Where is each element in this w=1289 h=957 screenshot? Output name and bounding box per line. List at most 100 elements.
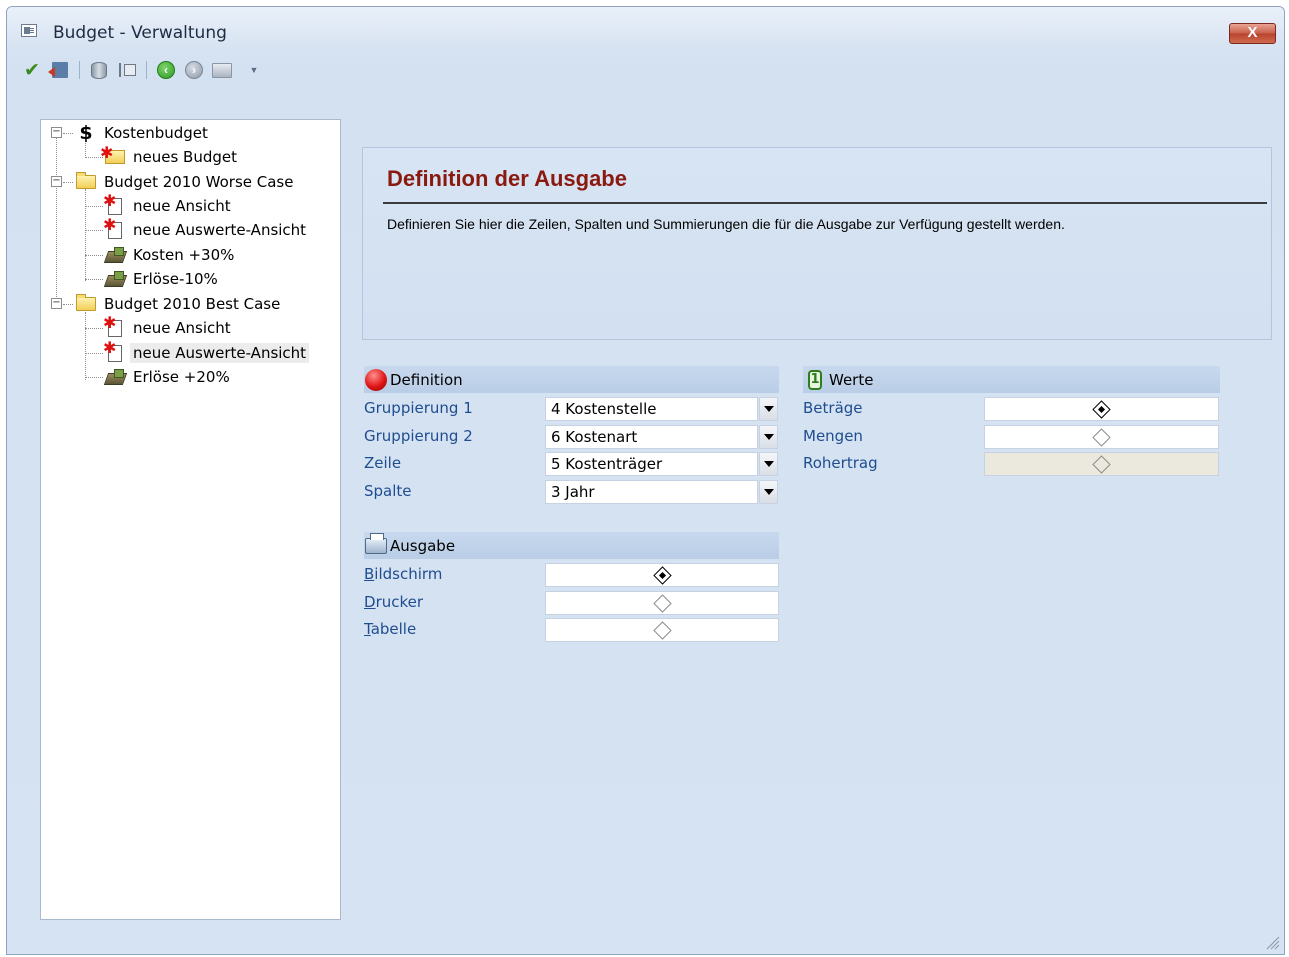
new-document-icon: ✱ [103, 339, 126, 363]
number-one-icon: 1 [803, 368, 827, 392]
tree-item-neue-ansicht[interactable]: ✱ neue Ansicht [49, 314, 234, 339]
tree-item-label: neue Auswerte-Ansicht [130, 343, 310, 363]
tree-item-kosten-30[interactable]: Kosten +30% [49, 244, 237, 266]
page-title: Definition der Ausgabe [387, 166, 627, 191]
forward-icon: › [185, 61, 203, 79]
back-button[interactable]: ‹ [153, 58, 179, 82]
tree-item-label: neue Ansicht [133, 319, 231, 337]
new-folder-icon: ✱ [100, 145, 126, 167]
tree-item-budget-2010-best-case[interactable]: − Budget 2010 Best Case [49, 293, 283, 315]
tree-button[interactable] [114, 58, 140, 82]
tree-item-label: Budget 2010 Worse Case [104, 173, 294, 191]
werte-row-mengen: Mengen [803, 423, 1220, 449]
back-icon: ‹ [157, 61, 175, 79]
definition-row-gruppierung-1: Gruppierung 1 4 Kostenstelle [364, 395, 779, 421]
field-label: Bildschirm [364, 561, 442, 587]
tree-item-label: Erlöse +20% [133, 368, 230, 386]
tree-item-neue-auswerte-ansicht-selected[interactable]: ✱ neue Auswerte-Ansicht [49, 339, 310, 364]
werte-title: Werte [829, 370, 874, 389]
tree-icon [118, 63, 136, 77]
field-label: Mengen [803, 427, 863, 445]
tree-item-neue-auswerte-ansicht[interactable]: ✱ neue Auswerte-Ansicht [49, 216, 309, 241]
drucker-radio[interactable] [545, 591, 779, 615]
calculator-icon [104, 367, 126, 387]
definition-row-zeile: Zeile 5 Kostenträger [364, 450, 779, 476]
tree-item-neue-ansicht[interactable]: ✱ neue Ansicht [49, 192, 234, 217]
ausgabe-row-tabelle: Tabelle [364, 616, 779, 642]
field-label: Tabelle [364, 616, 416, 642]
gruppierung-1-select[interactable]: 4 Kostenstelle [545, 397, 758, 421]
header-panel: Definition der Ausgabe Definieren Sie hi… [362, 147, 1272, 340]
zeile-select[interactable]: 5 Kostenträger [545, 452, 758, 476]
resize-grip-icon[interactable] [1266, 936, 1280, 950]
gruppierung-2-select[interactable]: 6 Kostenart [545, 425, 758, 449]
tree-item-budget-2010-worse-case[interactable]: − Budget 2010 Worse Case [49, 171, 296, 193]
chevron-down-icon[interactable] [759, 452, 778, 476]
werte-section-header: 1 Werte [803, 366, 1220, 393]
bildschirm-radio[interactable] [545, 563, 779, 587]
toolbar-separator [146, 61, 147, 79]
collapse-icon[interactable]: − [51, 127, 62, 138]
budget-window: Budget - Verwaltung X ✔ ‹ › ▼ − $ Kosten… [6, 6, 1285, 955]
toolbar-overflow-button[interactable]: ▼ [237, 58, 263, 82]
new-document-icon: ✱ [103, 192, 126, 216]
field-label: Rohertrag [803, 454, 878, 472]
tree-item-label: neues Budget [133, 148, 238, 166]
tree-item-label: neue Auswerte-Ansicht [133, 221, 307, 239]
page-description: Definieren Sie hier die Zeilen, Spalten … [387, 216, 1065, 232]
radio-selected-icon [1092, 399, 1111, 419]
toolbar: ✔ ‹ › ▼ [19, 57, 265, 83]
tree-item-kostenbudget[interactable]: − $ Kostenbudget [49, 122, 211, 144]
collapse-icon[interactable]: − [51, 176, 62, 187]
calculator-icon [104, 269, 126, 289]
title-bar: Budget - Verwaltung X [7, 7, 1284, 51]
field-label: Beträge [803, 399, 863, 417]
tree-item-label: Budget 2010 Best Case [104, 295, 281, 313]
monitor-button[interactable] [209, 58, 235, 82]
field-label: Gruppierung 2 [364, 427, 473, 445]
radio-empty-icon [652, 620, 672, 640]
definition-title: Definition [390, 370, 463, 389]
tree-item-erloese-10[interactable]: Erlöse-10% [49, 268, 221, 290]
field-label: Spalte [364, 482, 412, 500]
monitor-icon [212, 62, 232, 78]
werte-row-betraege: Beträge [803, 395, 1220, 421]
ausgabe-row-bildschirm: Bildschirm [364, 561, 779, 587]
chevron-down-icon[interactable] [759, 425, 778, 449]
rohertrag-radio [984, 452, 1219, 476]
exit-button[interactable] [47, 58, 73, 82]
close-button[interactable]: X [1229, 23, 1276, 44]
folder-icon [75, 294, 97, 314]
ausgabe-section-header: Ausgabe [364, 532, 779, 559]
exit-icon [48, 62, 68, 78]
app-icon [21, 24, 37, 37]
folder-icon [75, 172, 97, 192]
database-button[interactable] [86, 58, 112, 82]
forward-button[interactable]: › [181, 58, 207, 82]
save-button[interactable]: ✔ [19, 58, 45, 82]
spalte-select[interactable]: 3 Jahr [545, 480, 758, 504]
window-title: Budget - Verwaltung [53, 23, 227, 43]
toolbar-separator [79, 61, 80, 79]
field-label: Drucker [364, 589, 423, 615]
tree-item-label: neue Ansicht [133, 197, 231, 215]
access-key: B [364, 565, 375, 583]
tree-item-label: Erlöse-10% [133, 270, 218, 288]
werte-row-rohertrag: Rohertrag [803, 450, 1220, 476]
database-icon [91, 61, 107, 79]
tabelle-radio[interactable] [545, 618, 779, 642]
collapse-icon[interactable]: − [51, 298, 62, 309]
ausgabe-row-drucker: Drucker [364, 589, 779, 615]
dollar-icon: $ [79, 122, 93, 144]
check-icon: ✔ [24, 59, 40, 81]
chevron-down-icon[interactable] [759, 397, 778, 421]
calculator-icon [104, 245, 126, 265]
red-ball-icon [364, 368, 388, 392]
chevron-down-icon[interactable] [759, 480, 778, 504]
mengen-radio[interactable] [984, 425, 1219, 449]
betraege-radio[interactable] [984, 397, 1219, 421]
tree-item-label: Kosten +30% [133, 246, 235, 264]
tree-item-neues-budget[interactable]: ✱ neues Budget [49, 145, 240, 168]
field-label: Zeile [364, 454, 402, 472]
tree-item-erloese-20[interactable]: Erlöse +20% [49, 366, 233, 388]
